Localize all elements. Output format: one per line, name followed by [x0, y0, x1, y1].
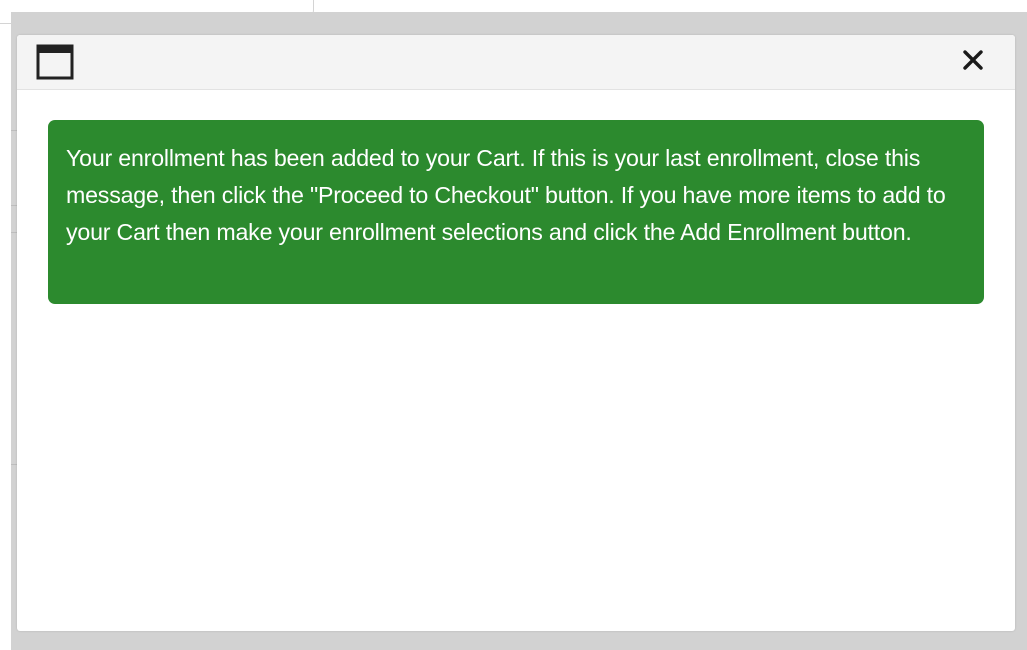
- window-icon[interactable]: [36, 43, 74, 81]
- dialog-header: [17, 35, 1015, 90]
- alert-message: Your enrollment has been added to your C…: [66, 145, 946, 245]
- success-alert: Your enrollment has been added to your C…: [48, 120, 984, 304]
- close-button[interactable]: [957, 46, 989, 78]
- close-icon: [963, 49, 983, 75]
- enrollment-dialog: Your enrollment has been added to your C…: [17, 35, 1015, 631]
